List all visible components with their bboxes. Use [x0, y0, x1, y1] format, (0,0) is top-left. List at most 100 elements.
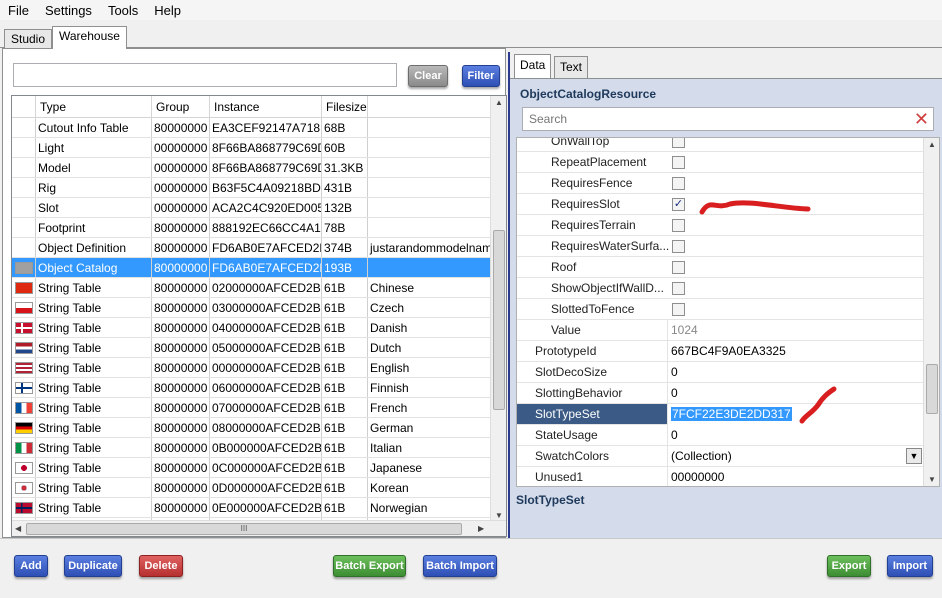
filter-button[interactable]: Filter	[462, 65, 500, 87]
table-row[interactable]: Light 00000000 8F66BA868779C69D 60B	[12, 138, 492, 158]
property-vertical-scrollbar[interactable]: ▲ ▼	[923, 138, 939, 486]
property-value[interactable]: 1024	[667, 320, 923, 341]
table-row[interactable]: String Table 80000000 0B000000AFCED2B9 61B I…	[12, 438, 492, 458]
property-row-value[interactable]: Value 1024	[517, 320, 925, 341]
property-value[interactable]: 667BC4F9A0EA3325	[667, 341, 923, 362]
property-row-onwalltop[interactable]: OnWallTop	[517, 138, 925, 152]
menu-tools[interactable]: Tools	[100, 3, 146, 18]
checkbox[interactable]	[672, 282, 685, 295]
property-row-unused1[interactable]: Unused1 00000000	[517, 467, 925, 486]
row-icon-cell	[12, 218, 36, 237]
table-row[interactable]: Slot 00000000 ACA2C4C920ED0057 132B	[12, 198, 492, 218]
property-row-slotdecosize[interactable]: SlotDecoSize 0	[517, 362, 925, 383]
table-row[interactable]: String Table 80000000 06000000AFCED2B9 61B F…	[12, 378, 492, 398]
batch-import-button[interactable]: Batch Import	[423, 555, 497, 577]
delete-button[interactable]: Delete	[139, 555, 183, 577]
cell-name	[368, 198, 492, 217]
property-row-swatchcolors[interactable]: SwatchColors (Collection) ▼	[517, 446, 925, 467]
table-row[interactable]: Object Catalog 80000000 FD6AB0E7AFCED2B9 19…	[12, 258, 492, 278]
table-row[interactable]: Model 00000000 8F66BA868779C69D 31.3KB	[12, 158, 492, 178]
property-row-roof[interactable]: Roof	[517, 257, 925, 278]
menu-help[interactable]: Help	[146, 3, 189, 18]
property-search-input[interactable]: Search ✕	[522, 107, 934, 131]
property-label: RepeatPlacement	[551, 155, 647, 169]
tab-text[interactable]: Text	[554, 56, 589, 78]
property-row-prototypeid[interactable]: PrototypeId 667BC4F9A0EA3325	[517, 341, 925, 362]
property-row-slottedtofence[interactable]: SlottedToFence	[517, 299, 925, 320]
checkbox[interactable]	[672, 177, 685, 190]
duplicate-button[interactable]: Duplicate	[64, 555, 122, 577]
property-row-repeatplacement[interactable]: RepeatPlacement	[517, 152, 925, 173]
header-filesize[interactable]: Filesize	[322, 96, 368, 117]
header-type[interactable]: Type	[36, 96, 152, 117]
table-row[interactable]: String Table 80000000 04000000AFCED2B9 61B D…	[12, 318, 492, 338]
property-value[interactable]: (Collection) ▼	[667, 446, 923, 467]
cell-group: 00000000	[152, 178, 210, 197]
property-row-slottypeset[interactable]: SlotTypeSet 7FCF22E3DE2DD317	[517, 404, 925, 425]
property-value-text: 0	[671, 365, 678, 379]
header-name[interactable]	[368, 96, 492, 117]
table-vertical-scrollbar[interactable]: ▲ ▼	[490, 96, 506, 522]
object-catalog-icon	[15, 262, 33, 274]
red-check-annotation	[799, 386, 837, 424]
header-flag[interactable]	[12, 96, 36, 117]
italy-flag-icon	[15, 442, 33, 454]
prop-scroll-up-icon[interactable]: ▲	[928, 140, 936, 149]
chevron-down-icon[interactable]: ▼	[906, 448, 922, 464]
tab-data[interactable]: Data	[514, 54, 552, 78]
tab-studio[interactable]: Studio	[4, 29, 53, 48]
table-row[interactable]: String Table 80000000 08000000AFCED2B9 61B G…	[12, 418, 492, 438]
checkbox[interactable]	[672, 156, 685, 169]
menu-settings[interactable]: Settings	[37, 3, 100, 18]
property-row-requireswatersurfa[interactable]: RequiresWaterSurfa...	[517, 236, 925, 257]
property-value[interactable]: 00000000	[667, 467, 923, 486]
clear-button[interactable]: Clear	[408, 65, 448, 87]
property-value-text: 667BC4F9A0EA3325	[671, 344, 786, 358]
table-row[interactable]: Footprint 80000000 888192EC66CC4A15 78B	[12, 218, 492, 238]
table-row[interactable]: Object Definition 80000000 FD6AB0E7AFCED2B…	[12, 238, 492, 258]
table-horizontal-scrollbar[interactable]: ◀ III ▶	[12, 520, 506, 536]
property-row-slottingbehavior[interactable]: SlottingBehavior 0	[517, 383, 925, 404]
cell-group: 80000000	[152, 478, 210, 497]
cell-filesize: 61B	[322, 498, 368, 517]
checkbox[interactable]	[672, 303, 685, 316]
checkbox[interactable]	[672, 138, 685, 148]
table-row[interactable]: String Table 80000000 0C000000AFCED2B9 61B J…	[12, 458, 492, 478]
scroll-left-icon[interactable]: ◀	[15, 524, 21, 533]
clear-search-icon[interactable]: ✕	[914, 110, 929, 128]
add-button[interactable]: Add	[14, 555, 48, 577]
table-row[interactable]: Cutout Info Table 80000000 EA3CEF92147A718…	[12, 118, 492, 138]
batch-export-button[interactable]: Batch Export	[333, 555, 406, 577]
table-vscroll-thumb[interactable]	[493, 230, 505, 410]
table-row[interactable]: String Table 80000000 0D000000AFCED2B9 61B K…	[12, 478, 492, 498]
checkbox[interactable]	[672, 261, 685, 274]
prop-scroll-down-icon[interactable]: ▼	[928, 475, 936, 484]
export-button[interactable]: Export	[827, 555, 871, 577]
property-vscroll-thumb[interactable]	[926, 364, 938, 414]
menu-file[interactable]: File	[0, 3, 37, 18]
scroll-down-icon[interactable]: ▼	[495, 511, 503, 520]
checkbox[interactable]	[672, 240, 685, 253]
row-icon-cell	[12, 258, 36, 277]
header-group[interactable]: Group	[152, 96, 210, 117]
filter-input[interactable]	[13, 63, 397, 87]
scroll-up-icon[interactable]: ▲	[495, 98, 503, 107]
property-row-stateusage[interactable]: StateUsage 0	[517, 425, 925, 446]
property-value[interactable]: 0	[667, 362, 923, 383]
table-row[interactable]: String Table 80000000 07000000AFCED2B9 61B F…	[12, 398, 492, 418]
property-row-showobjectifwalld[interactable]: ShowObjectIfWallD...	[517, 278, 925, 299]
property-label: SlottedToFence	[551, 302, 635, 316]
cell-name: justarandommodelnam	[370, 241, 492, 255]
property-label: ShowObjectIfWallD...	[551, 281, 664, 295]
table-row[interactable]: String Table 80000000 0E000000AFCED2B9 61B N…	[12, 498, 492, 518]
table-row[interactable]: String Table 80000000 05000000AFCED2B9 61B D…	[12, 338, 492, 358]
tab-warehouse[interactable]: Warehouse	[52, 26, 127, 49]
table-row[interactable]: Rig 00000000 B63F5C4A09218BDE 431B	[12, 178, 492, 198]
table-row[interactable]: String Table 80000000 03000000AFCED2B9 61B C…	[12, 298, 492, 318]
header-instance[interactable]: Instance	[210, 96, 322, 117]
import-button[interactable]: Import	[887, 555, 933, 577]
table-hscroll-thumb[interactable]: III	[26, 523, 462, 535]
scroll-right-icon[interactable]: ▶	[478, 524, 484, 533]
table-row[interactable]: String Table 80000000 00000000AFCED2B9 61B E…	[12, 358, 492, 378]
table-row[interactable]: String Table 80000000 02000000AFCED2B9 61B C…	[12, 278, 492, 298]
